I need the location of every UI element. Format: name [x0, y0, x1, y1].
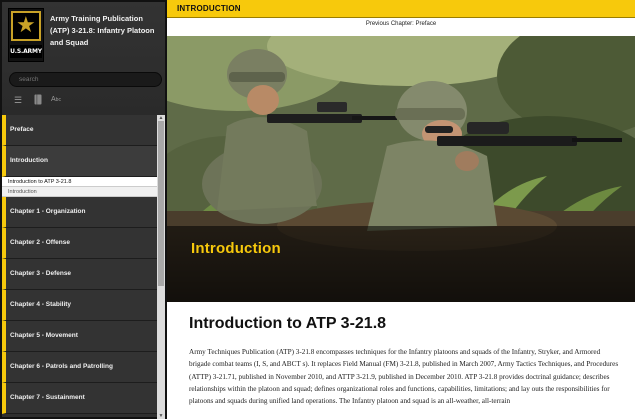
nav-item-chapter-5[interactable]: Chapter 5 - Movement — [2, 321, 157, 352]
previous-chapter-link[interactable]: Previous Chapter: Preface — [167, 19, 635, 29]
army-logo[interactable]: ★ U.S.ARMY — [8, 8, 44, 62]
table-of-contents-nav: Preface Introduction Introduction to ATP… — [2, 115, 157, 419]
page-heading: Introduction to ATP 3-21.8 — [189, 315, 387, 332]
main-content: INTRODUCTION Previous Chapter: Preface I… — [167, 0, 635, 419]
nav-item-preface[interactable]: Preface — [2, 115, 157, 146]
nav-item-label: Chapter 4 - Stability — [10, 301, 72, 308]
nav-item-chapter-2[interactable]: Chapter 2 - Offense — [2, 228, 157, 259]
nav-item-label: Chapter 6 - Patrols and Patrolling — [10, 363, 113, 370]
nav-item-label: Chapter 2 - Offense — [10, 239, 70, 246]
nav-subitem-introduction-to-atp[interactable]: Introduction to ATP 3-21.8 — [2, 177, 157, 187]
nav-subitem-introduction[interactable]: Introduction — [2, 187, 157, 197]
hero-image: Introduction — [167, 36, 635, 302]
army-brand-text: U.S.ARMY — [10, 45, 42, 58]
section-label: INTRODUCTION — [177, 4, 241, 13]
nav-item-introduction[interactable]: Introduction — [2, 146, 157, 177]
nav-item-label: Chapter 7 - Sustainment — [10, 394, 85, 401]
scrollbar-thumb[interactable] — [158, 121, 164, 286]
nav-item-chapter-7[interactable]: Chapter 7 - Sustainment — [2, 383, 157, 414]
sidebar-scrollbar[interactable]: ▲ ▼ — [157, 115, 165, 419]
nav-item-chapter-6[interactable]: Chapter 6 - Patrols and Patrolling — [2, 352, 157, 383]
nav-subitem-label: Introduction — [8, 189, 37, 195]
nav-item-label: Chapter 5 - Movement — [10, 332, 78, 339]
army-star-icon: ★ — [11, 11, 41, 41]
nav-item-chapter-4[interactable]: Chapter 4 - Stability — [2, 290, 157, 321]
soldiers-photo-illustration — [167, 36, 635, 302]
text-size-icon[interactable]: Abc — [51, 94, 65, 106]
table-of-contents-icon[interactable]: ☰ — [14, 94, 24, 106]
search-input[interactable] — [9, 72, 162, 87]
hero-title: Introduction — [191, 240, 281, 257]
nav-item-label: Chapter 3 - Defense — [10, 270, 72, 277]
nav-subitem-label: Introduction to ATP 3-21.8 — [8, 179, 72, 185]
nav-item-chapter-1[interactable]: Chapter 1 - Organization — [2, 197, 157, 228]
bookmark-icon[interactable] — [34, 94, 44, 106]
scroll-down-icon[interactable]: ▼ — [157, 413, 165, 419]
book-title: Army Training Publication (ATP) 3-21.8: … — [50, 14, 155, 47]
nav-item-label: Preface — [10, 126, 34, 133]
sidebar: ★ U.S.ARMY Army Training Publication (AT… — [0, 0, 167, 419]
nav-item-label: Chapter 1 - Organization — [10, 208, 86, 215]
nav-item-chapter-3[interactable]: Chapter 3 - Defense — [2, 259, 157, 290]
nav-item-label: Introduction — [10, 157, 48, 164]
article-body: Introduction to ATP 3-21.8 Army Techniqu… — [189, 314, 619, 407]
sidebar-header: ★ U.S.ARMY Army Training Publication (AT… — [2, 2, 165, 115]
section-header-bar: INTRODUCTION — [167, 0, 635, 18]
intro-paragraph: Army Techniques Publication (ATP) 3-21.8… — [189, 348, 619, 406]
